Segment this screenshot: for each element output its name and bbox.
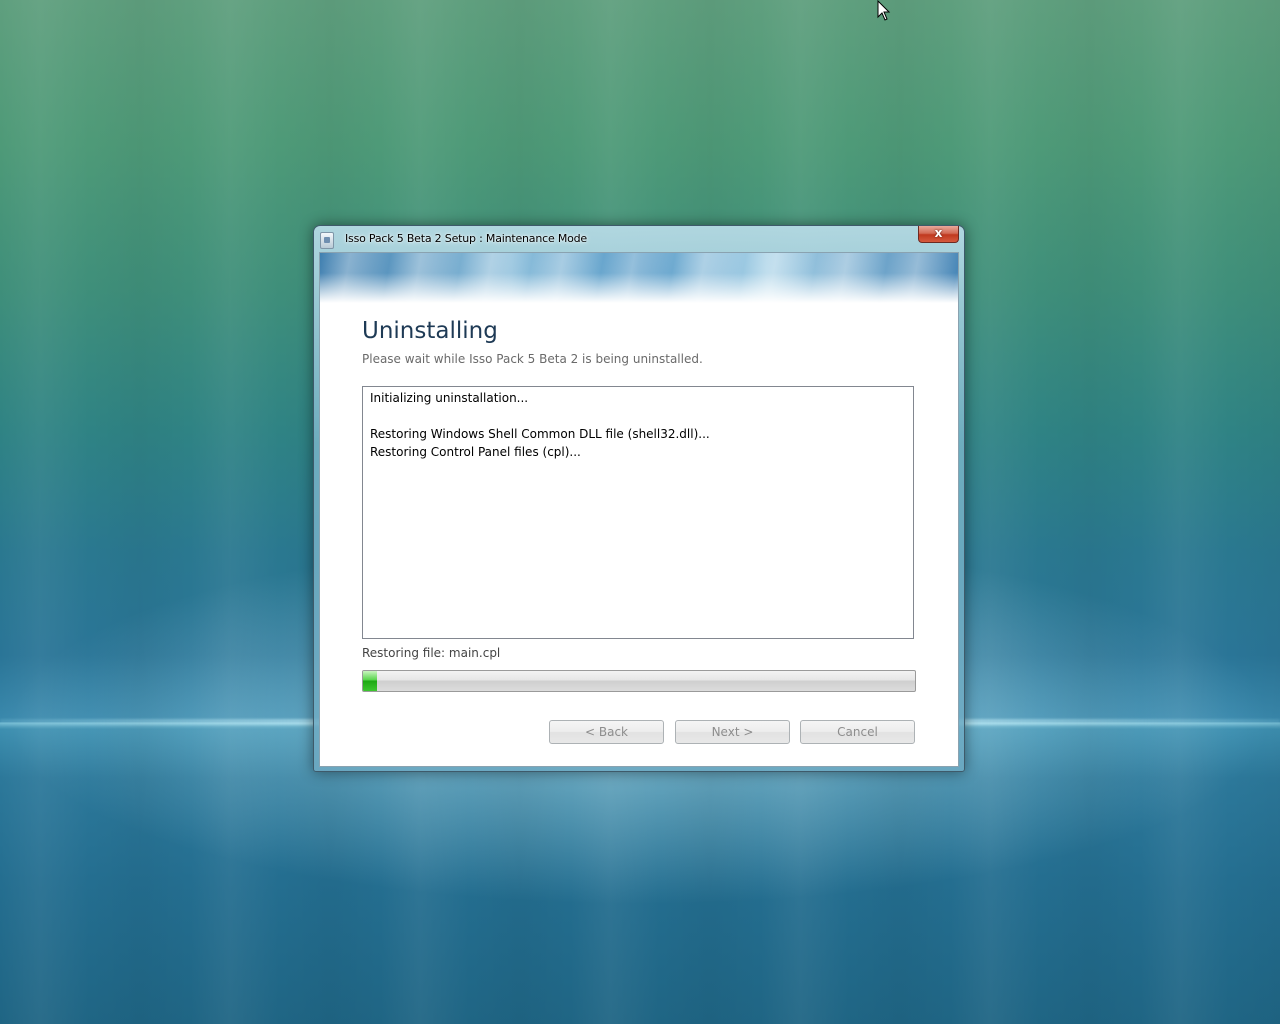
log-line: Restoring Control Panel files (cpl)... xyxy=(370,445,581,459)
log-line: Initializing uninstallation... xyxy=(370,391,529,405)
setup-window: Isso Pack 5 Beta 2 Setup : Maintenance M… xyxy=(313,225,965,772)
close-icon: x xyxy=(934,226,943,240)
cancel-button[interactable]: Cancel xyxy=(800,720,915,744)
next-button[interactable]: Next > xyxy=(675,720,790,744)
window-title: Isso Pack 5 Beta 2 Setup : Maintenance M… xyxy=(345,232,588,245)
log-line: Restoring Windows Shell Common DLL file … xyxy=(370,427,710,441)
wizard-content: Uninstalling Please wait while Isso Pack… xyxy=(319,252,959,767)
header-banner xyxy=(320,253,958,303)
mouse-pointer-icon xyxy=(877,0,891,21)
back-button[interactable]: < Back xyxy=(549,720,664,744)
close-button[interactable]: x xyxy=(918,226,959,243)
page-subtitle: Please wait while Isso Pack 5 Beta 2 is … xyxy=(362,352,703,366)
title-bar[interactable]: Isso Pack 5 Beta 2 Setup : Maintenance M… xyxy=(314,226,964,252)
progress-bar xyxy=(362,670,916,692)
setup-icon xyxy=(320,232,334,249)
progress-fill xyxy=(363,671,377,691)
current-file-status: Restoring file: main.cpl xyxy=(362,646,501,660)
uninstall-log[interactable]: Initializing uninstallation... Restoring… xyxy=(362,386,914,639)
page-title: Uninstalling xyxy=(362,318,498,344)
